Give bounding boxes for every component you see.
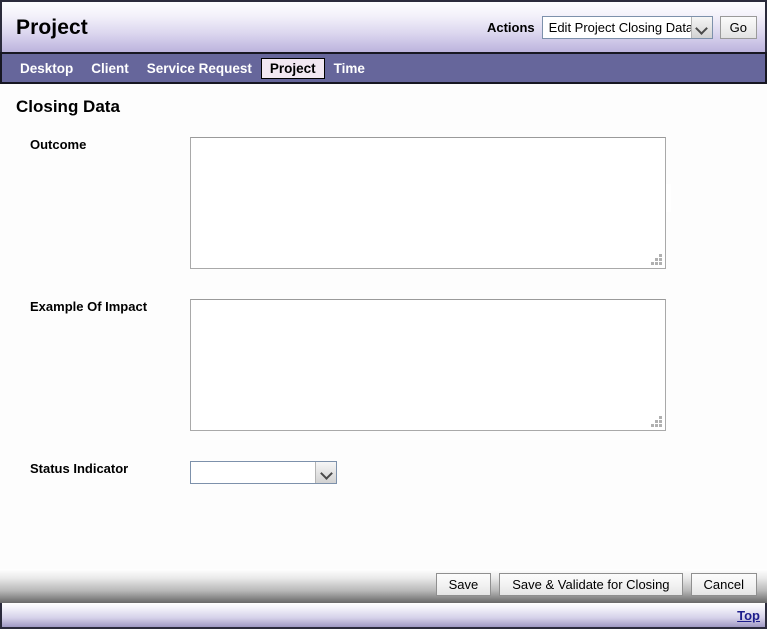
go-button[interactable]: Go	[719, 15, 757, 39]
save-button[interactable]: Save	[435, 572, 492, 596]
actions-label: Actions	[486, 19, 535, 35]
chevron-down-icon	[322, 468, 331, 477]
content-area: Closing Data Outcome Example Of Impact S…	[0, 84, 767, 569]
nav-item-time[interactable]: Time	[325, 58, 374, 79]
nav-item-service-request[interactable]: Service Request	[138, 58, 261, 79]
resize-grip-icon[interactable]	[651, 254, 662, 265]
cancel-button[interactable]: Cancel	[690, 572, 757, 596]
footer-button-bar: Save Save & Validate for Closing Cancel	[0, 569, 767, 603]
field-row-example-of-impact: Example Of Impact	[0, 299, 767, 431]
application-window: Project Actions Edit Project Closing Dat…	[0, 0, 767, 629]
banner-title: Project	[16, 15, 88, 39]
form-spacer-2	[0, 431, 767, 461]
status-indicator-arrow[interactable]	[315, 462, 336, 483]
form-spacer-1	[0, 269, 767, 299]
footer-strip: Top	[0, 603, 767, 629]
banner-actions-group: Actions Edit Project Closing Data Go	[486, 15, 759, 39]
closing-data-form: Outcome Example Of Impact Status Indicat…	[0, 117, 767, 484]
example-of-impact-label: Example Of Impact	[30, 299, 148, 314]
example-of-impact-textarea[interactable]	[190, 299, 666, 431]
page-title: Closing Data	[16, 97, 120, 116]
nav-item-project[interactable]: Project	[260, 57, 325, 79]
field-row-status-indicator: Status Indicator	[0, 461, 767, 484]
nav-item-desktop[interactable]: Desktop	[11, 58, 82, 79]
resize-grip-icon[interactable]	[651, 416, 662, 427]
actions-select-value: Edit Project Closing Data	[542, 16, 691, 38]
main-navigation: Desktop Client Service Request Project T…	[0, 52, 767, 84]
chevron-down-icon	[697, 23, 706, 32]
field-row-outcome: Outcome	[0, 137, 767, 269]
status-indicator-label: Status Indicator	[30, 461, 129, 476]
nav-item-client[interactable]: Client	[82, 58, 138, 79]
status-indicator-select[interactable]	[190, 461, 337, 484]
page-banner: Project Actions Edit Project Closing Dat…	[0, 0, 767, 52]
outcome-label: Outcome	[30, 137, 87, 152]
outcome-textarea[interactable]	[190, 137, 666, 269]
save-and-validate-for-closing-button[interactable]: Save & Validate for Closing	[499, 572, 683, 596]
actions-select[interactable]: Edit Project Closing Data	[541, 15, 713, 39]
page-header: Closing Data	[0, 84, 767, 117]
top-link[interactable]: Top	[737, 608, 760, 623]
actions-select-arrow[interactable]	[690, 16, 712, 38]
status-indicator-value	[191, 462, 315, 483]
